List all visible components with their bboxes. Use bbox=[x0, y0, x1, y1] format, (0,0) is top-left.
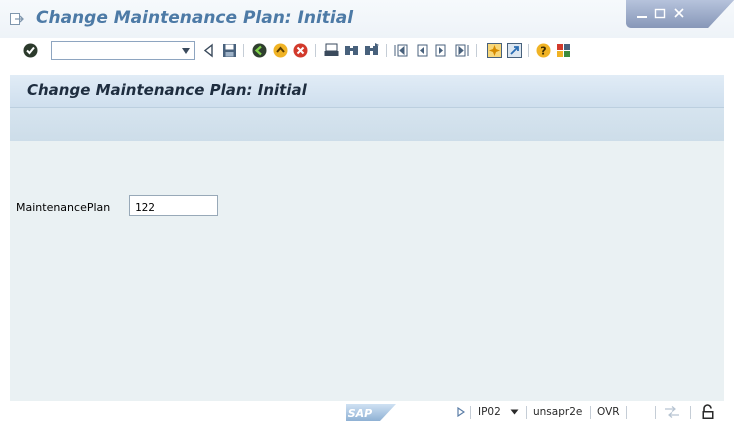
maintenance-plan-label: MaintenancePlan bbox=[16, 201, 111, 214]
last-page-icon[interactable] bbox=[453, 42, 470, 59]
application-toolbar bbox=[10, 108, 724, 141]
back-icon[interactable] bbox=[251, 42, 268, 59]
maximize-icon[interactable] bbox=[654, 7, 666, 19]
create-session-icon[interactable] bbox=[486, 42, 503, 59]
first-page-icon[interactable] bbox=[393, 42, 410, 59]
chevron-down-icon[interactable] bbox=[181, 47, 191, 55]
find-icon[interactable] bbox=[343, 42, 360, 59]
next-page-icon[interactable] bbox=[433, 42, 450, 59]
command-input[interactable] bbox=[52, 45, 178, 62]
close-icon[interactable] bbox=[673, 7, 685, 19]
screen-content: Change Maintenance Plan: Initial Mainten… bbox=[10, 75, 724, 401]
enter-checkmark-icon[interactable] bbox=[22, 42, 39, 59]
svg-text:SAP: SAP bbox=[348, 407, 373, 420]
find-next-icon[interactable] bbox=[363, 42, 380, 59]
maintenance-plan-input[interactable] bbox=[129, 195, 218, 216]
cancel-icon[interactable] bbox=[292, 42, 309, 59]
command-field[interactable] bbox=[51, 41, 195, 62]
status-bar: SAP IP02 unsapr2e OVR bbox=[0, 401, 734, 423]
lock-icon[interactable] bbox=[700, 404, 716, 420]
customize-layout-icon[interactable] bbox=[555, 42, 572, 59]
insert-mode: OVR bbox=[597, 406, 620, 418]
sap-logo: SAP bbox=[346, 404, 396, 421]
window-title: Change Maintenance Plan: Initial bbox=[36, 8, 354, 28]
print-icon[interactable] bbox=[323, 42, 340, 59]
chevron-down-icon[interactable] bbox=[510, 409, 519, 415]
title-bar: Change Maintenance Plan: Initial bbox=[0, 0, 734, 38]
system-toolbar: ? bbox=[0, 38, 734, 64]
tab-settings-icon[interactable] bbox=[664, 406, 680, 418]
server-name: unsapr2e bbox=[533, 406, 583, 418]
status-expand-icon[interactable] bbox=[457, 407, 465, 417]
svg-text:?: ? bbox=[540, 45, 546, 58]
minimize-icon[interactable] bbox=[636, 7, 648, 19]
exit-window-icon[interactable] bbox=[10, 13, 24, 25]
transaction-code: IP02 bbox=[478, 406, 501, 418]
back-arrow-icon[interactable] bbox=[200, 42, 217, 59]
generate-shortcut-icon[interactable] bbox=[506, 42, 523, 59]
help-icon[interactable]: ? bbox=[535, 42, 552, 59]
screen-header: Change Maintenance Plan: Initial bbox=[10, 75, 724, 108]
window-controls bbox=[596, 0, 734, 30]
page-title: Change Maintenance Plan: Initial bbox=[27, 81, 307, 99]
save-icon[interactable] bbox=[221, 42, 238, 59]
exit-icon[interactable] bbox=[272, 42, 289, 59]
previous-page-icon[interactable] bbox=[413, 42, 430, 59]
